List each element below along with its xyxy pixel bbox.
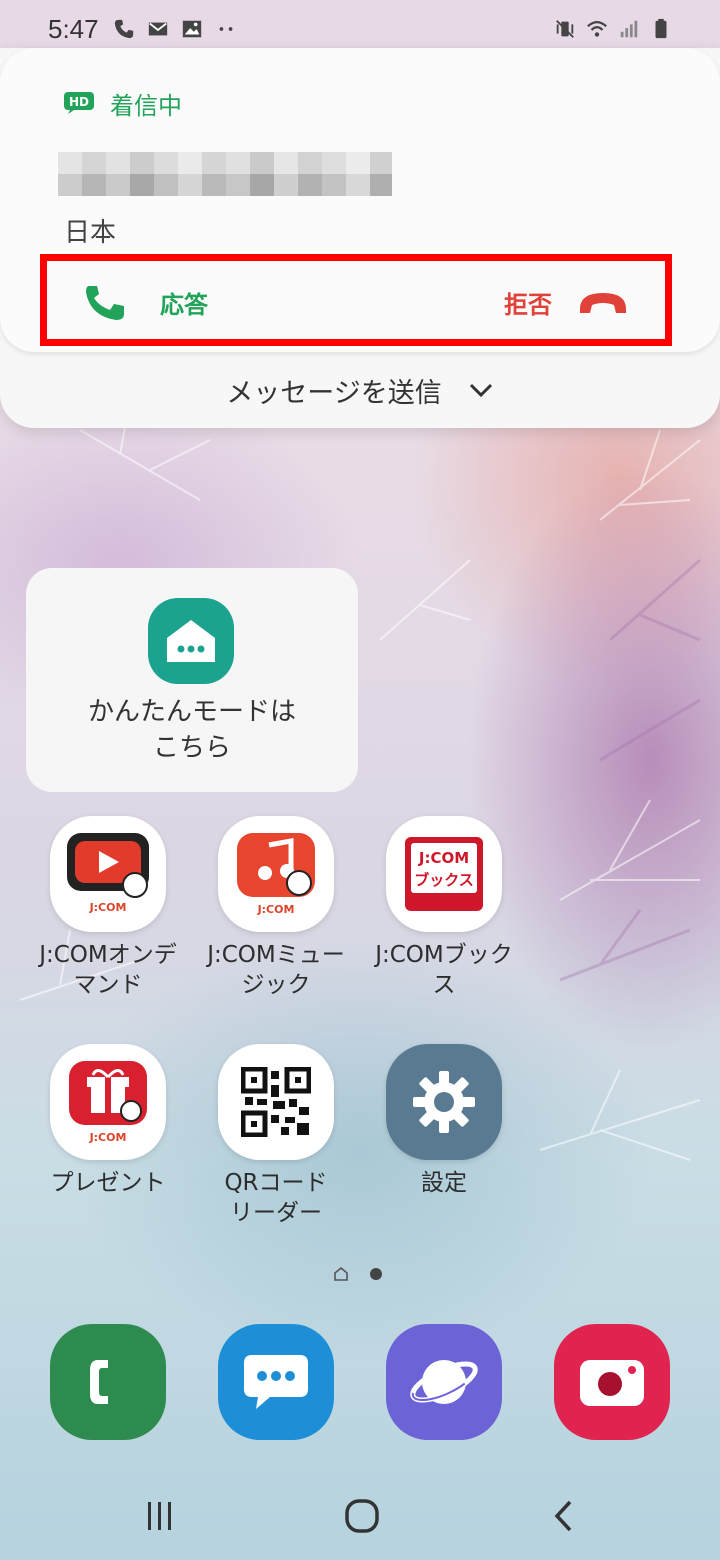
- app-label: QRコード リーダー: [224, 1170, 328, 1226]
- app-jcom-books[interactable]: J:COM ブックス J:COMブック ス: [360, 816, 528, 1000]
- back-icon: [554, 1500, 572, 1532]
- battery-icon: [655, 18, 667, 39]
- phone-icon: [114, 19, 133, 39]
- app-settings[interactable]: 設定: [360, 1044, 528, 1198]
- messages-app-icon: [244, 1355, 308, 1409]
- jcom-on-demand-icon: J:COM: [50, 816, 166, 932]
- hd-badge-text: HD: [69, 95, 89, 109]
- app-label: プレゼント: [50, 1170, 166, 1196]
- app-present[interactable]: J:COM プレゼント: [24, 1044, 192, 1198]
- decline-label: 拒否: [504, 290, 552, 319]
- app-qr-reader[interactable]: QRコード リーダー: [192, 1044, 360, 1228]
- app-jcom-on-demand[interactable]: J:COM J:COMオンデ マンド: [24, 816, 192, 1000]
- home-icon: [345, 1499, 379, 1533]
- recents-icon: [148, 1502, 171, 1530]
- more-notifications-icon: [219, 27, 233, 31]
- app-label: J:COMオンデ マンド: [39, 942, 177, 998]
- answer-label: 応答: [160, 290, 208, 319]
- chevron-down-icon: [469, 383, 492, 398]
- mail-icon: [148, 22, 167, 36]
- easy-mode-widget[interactable]: かんたんモードは こちら: [26, 568, 358, 792]
- incoming-call-popup: HD 着信中 日本 応答 拒否 メッセージを送信: [0, 48, 720, 428]
- status-time: 5:47: [48, 13, 99, 44]
- jcom-books-icon: J:COM ブックス: [386, 816, 502, 932]
- status-system-icons: [554, 18, 672, 40]
- mute-vibrate-icon: [556, 20, 574, 38]
- send-message-button[interactable]: メッセージを送信: [0, 360, 720, 420]
- jcom-logo-text: J:COM: [257, 903, 295, 916]
- easy-mode-label: かんたんモードは こちら: [87, 697, 296, 763]
- gallery-icon: [182, 20, 201, 38]
- internet-browser-icon: [410, 1360, 478, 1404]
- dock-camera-app[interactable]: [554, 1324, 670, 1440]
- dock-messages-app[interactable]: [218, 1324, 334, 1440]
- page-indicator[interactable]: [334, 1267, 382, 1281]
- dock-internet-app[interactable]: [386, 1324, 502, 1440]
- home-chat-icon: [148, 598, 234, 684]
- send-message-label: メッセージを送信: [226, 377, 442, 409]
- phone-hangup-icon: [580, 293, 626, 313]
- jcom-books-logo-line2: ブックス: [414, 871, 474, 889]
- jcom-books-logo-line1: J:COM: [418, 849, 469, 867]
- dock-phone-app[interactable]: [50, 1324, 166, 1440]
- status-notification-icons: [113, 18, 237, 40]
- incoming-call-main: HD 着信中 日本 応答 拒否: [0, 48, 720, 352]
- recents-button[interactable]: [130, 1494, 190, 1538]
- phone-app-icon: [90, 1360, 108, 1404]
- back-button[interactable]: [534, 1494, 594, 1538]
- decline-button[interactable]: 拒否: [504, 274, 628, 330]
- phone-answer-icon: [86, 286, 124, 320]
- signal-icon: [620, 20, 638, 38]
- camera-app-icon: [580, 1360, 644, 1406]
- jcom-music-icon: J:COM: [218, 816, 334, 932]
- hd-voice-icon: HD: [64, 92, 94, 114]
- home-button[interactable]: [332, 1494, 392, 1538]
- current-page-dot: [370, 1268, 382, 1280]
- jcom-logo-text: J:COM: [89, 901, 127, 914]
- qr-code-icon: [218, 1044, 334, 1160]
- caller-number-redacted: [58, 152, 392, 196]
- answer-button[interactable]: 応答: [80, 274, 208, 330]
- call-status: 着信中: [110, 92, 182, 120]
- app-jcom-music[interactable]: J:COM J:COMミュー ジック: [192, 816, 360, 1000]
- caller-location: 日本: [64, 218, 117, 248]
- jcom-logo-text: J:COM: [89, 1131, 127, 1144]
- app-label: J:COMブック ス: [375, 942, 513, 998]
- wifi-icon: [587, 21, 607, 37]
- app-label: 設定: [421, 1170, 467, 1196]
- home-page-indicator-icon: [334, 1267, 348, 1281]
- app-label: J:COMミュー ジック: [207, 942, 345, 998]
- present-icon: J:COM: [50, 1044, 166, 1160]
- settings-gear-icon: [386, 1044, 502, 1160]
